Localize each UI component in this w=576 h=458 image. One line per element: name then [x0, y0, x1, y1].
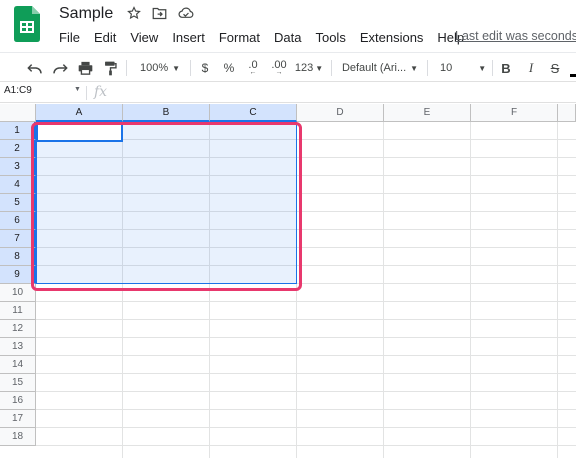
toolbar: 100% ▼ $ % .0 ← .00 → 123 ▼ Default (Ari… [0, 52, 576, 82]
undo-icon [27, 64, 42, 74]
formula-bar: A1:C9 ▼ fx [0, 83, 576, 103]
menu-extensions[interactable]: Extensions [353, 30, 431, 45]
row-header-16[interactable]: 16 [0, 392, 36, 410]
menu-format[interactable]: Format [212, 30, 267, 45]
star-icon[interactable] [125, 4, 143, 22]
font-family-select[interactable]: Default (Ari... ▼ [338, 53, 422, 83]
text-color-underline-icon [570, 74, 576, 77]
chevron-down-icon[interactable]: ▼ [74, 86, 81, 93]
arrow-left-icon: ← [249, 69, 257, 76]
row-header-14[interactable]: 14 [0, 356, 36, 374]
menu-bar: File Edit View Insert Format Data Tools … [52, 28, 471, 46]
chevron-down-icon: ▼ [478, 63, 487, 73]
paint-format-icon [104, 61, 117, 75]
font-size-value: 10 [440, 62, 453, 74]
zoom-select[interactable]: 100% ▼ [134, 53, 186, 83]
menu-data[interactable]: Data [267, 30, 308, 45]
chevron-down-icon: ▼ [315, 63, 324, 73]
last-edit-link[interactable]: Last edit was seconds ago [455, 29, 576, 43]
arrow-right-icon: → [275, 69, 283, 76]
row-header-12[interactable]: 12 [0, 320, 36, 338]
column-header-g[interactable] [558, 104, 576, 122]
number-format-select[interactable]: 123 ▼ [294, 53, 324, 83]
move-to-folder-icon[interactable] [150, 4, 168, 22]
row-header-15[interactable]: 15 [0, 374, 36, 392]
chevron-down-icon: ▼ [172, 63, 181, 73]
toolbar-separator [190, 60, 191, 76]
row-header-17[interactable]: 17 [0, 410, 36, 428]
formula-input[interactable] [120, 85, 560, 100]
toolbar-separator [331, 60, 332, 76]
percent-format-button[interactable]: % [220, 53, 238, 83]
select-all-corner[interactable] [0, 104, 36, 122]
zoom-value: 100% [139, 62, 169, 74]
menu-tools[interactable]: Tools [308, 30, 352, 45]
column-header-a[interactable]: A [36, 104, 123, 122]
italic-button[interactable]: I [522, 53, 540, 83]
font-size-select[interactable]: 10 ▼ [434, 53, 488, 83]
increase-decimal-button[interactable]: .00 → [266, 53, 292, 83]
menu-edit[interactable]: Edit [87, 30, 123, 45]
print-icon [78, 61, 92, 75]
toolbar-separator [427, 60, 428, 76]
column-header-b[interactable]: B [123, 104, 210, 122]
chevron-down-icon: ▼ [410, 63, 419, 73]
toolbar-separator [126, 60, 127, 76]
decrease-decimal-button[interactable]: .0 ← [242, 53, 264, 83]
fx-icon: fx [94, 84, 108, 100]
redo-icon [53, 64, 68, 74]
title-bar: Sample File Edit View Insert Format Data… [0, 0, 576, 50]
row-header-13[interactable]: 13 [0, 338, 36, 356]
column-header-e[interactable]: E [384, 104, 471, 122]
menu-view[interactable]: View [123, 30, 165, 45]
name-box[interactable]: A1:C9 [4, 85, 32, 96]
text-color-button[interactable] [568, 53, 576, 83]
menu-file[interactable]: File [52, 30, 87, 45]
redo-button[interactable] [49, 53, 71, 83]
undo-button[interactable] [24, 53, 46, 83]
bold-button[interactable]: B [497, 53, 515, 83]
menu-insert[interactable]: Insert [165, 30, 212, 45]
column-header-d[interactable]: D [297, 104, 384, 122]
number-format-label: 123 [294, 62, 314, 74]
row-header-18[interactable]: 18 [0, 428, 36, 446]
cloud-status-icon[interactable] [177, 4, 195, 22]
toolbar-separator [492, 60, 493, 76]
column-header-f[interactable]: F [471, 104, 558, 122]
print-button[interactable] [74, 53, 96, 83]
strikethrough-button[interactable]: S [546, 53, 564, 83]
font-family-value: Default (Ari... [341, 62, 407, 74]
selection-highlight-annotation [31, 122, 302, 291]
paint-format-button[interactable] [99, 53, 121, 83]
sheets-logo-icon[interactable] [14, 6, 40, 42]
row-header-11[interactable]: 11 [0, 302, 36, 320]
column-header-c[interactable]: C [210, 104, 297, 122]
document-title[interactable]: Sample [59, 5, 113, 23]
formula-separator [86, 86, 87, 100]
currency-format-button[interactable]: $ [196, 53, 214, 83]
